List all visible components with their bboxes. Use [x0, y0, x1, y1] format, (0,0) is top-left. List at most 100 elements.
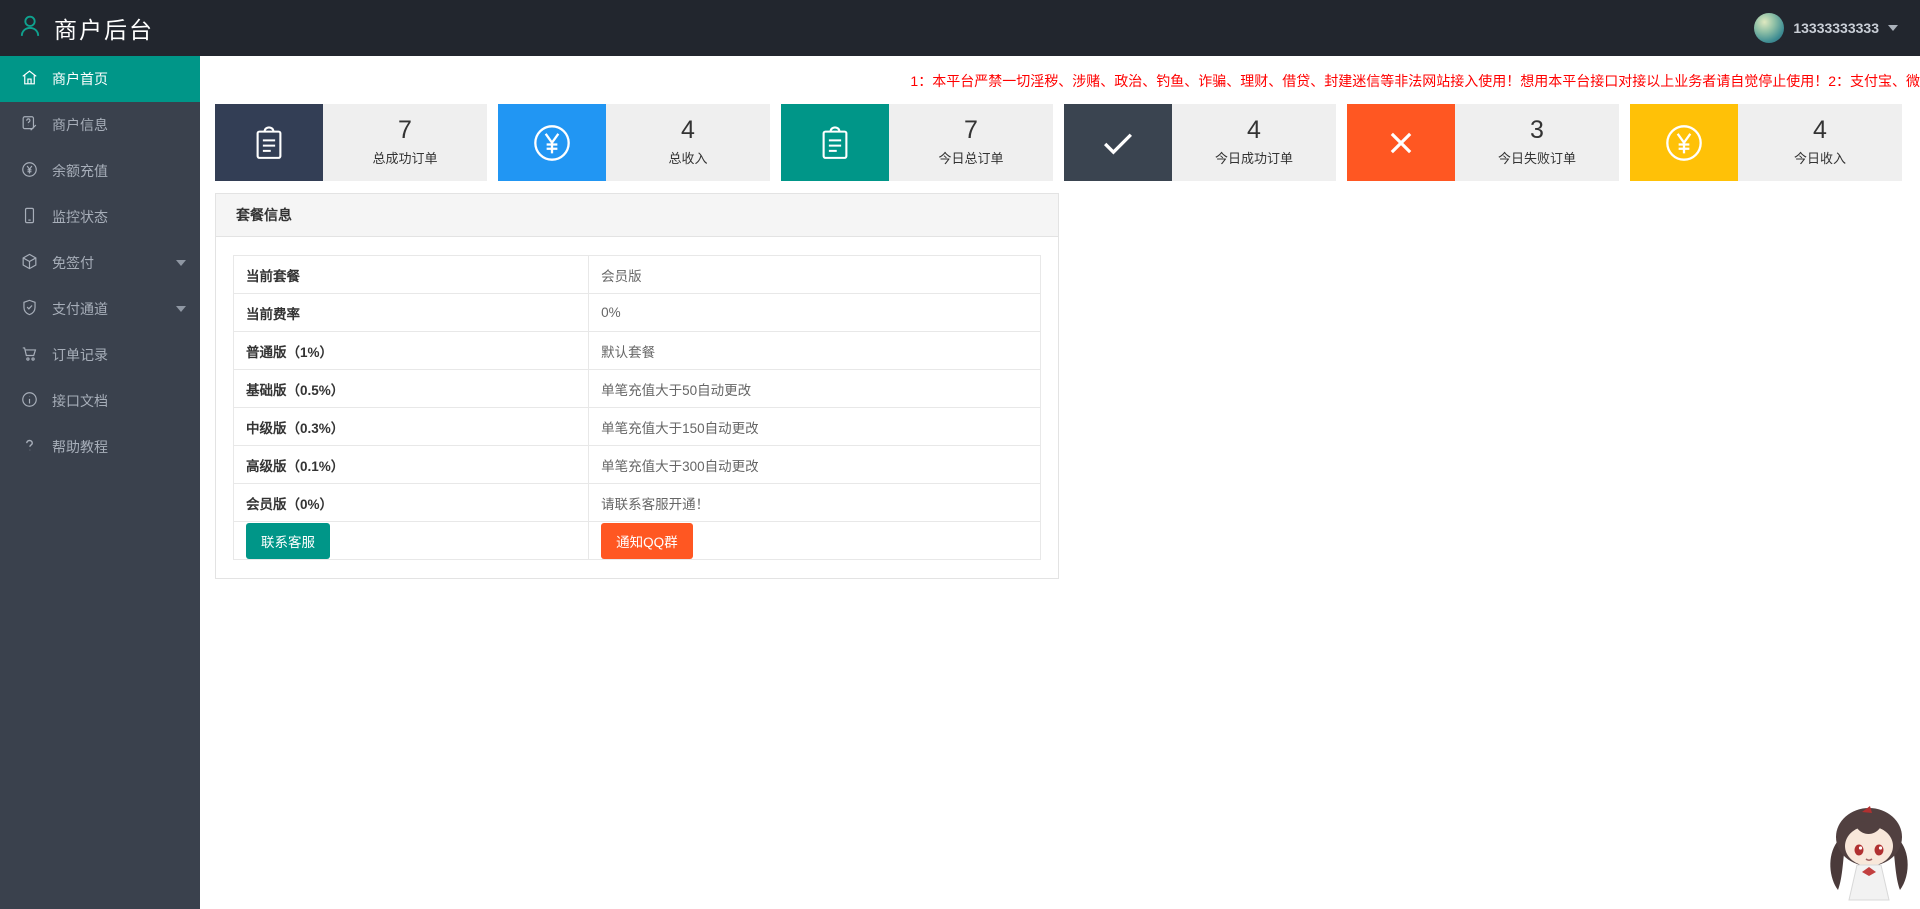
notify-qq-group-button[interactable]: 通知QQ群	[601, 522, 693, 559]
stat-card-today-failed-orders: 3 今日失败订单	[1347, 104, 1619, 181]
sidebar-item-monitor[interactable]: 监控状态	[0, 194, 200, 240]
stat-label: 今日成功订单	[1214, 151, 1293, 166]
table-row: 会员版（0%） 请联系客服开通！	[232, 483, 1041, 522]
row-label: 中级版（0.3%）	[232, 407, 590, 446]
row-label: 当前费率	[232, 293, 590, 332]
table-row: 基础版（0.5%） 单笔充值大于50自动更改	[232, 369, 1041, 408]
stat-card-info: 4 总收入	[606, 104, 770, 181]
sidebar: 商户首页 商户信息 余额充值 监控状态 免签付 支付通道 订单记录 接口文档 帮…	[0, 56, 200, 909]
yen-icon	[1630, 104, 1738, 181]
stat-value: 4	[681, 116, 695, 144]
table-row: 普通版（1%） 默认套餐	[232, 331, 1041, 370]
sidebar-item-help[interactable]: 帮助教程	[0, 424, 200, 470]
sidebar-item-home[interactable]: 商户首页	[0, 56, 200, 102]
sidebar-item-label: 监控状态	[52, 209, 108, 225]
chevron-down-icon	[176, 260, 186, 266]
sidebar-item-label: 商户首页	[52, 71, 108, 87]
notice-marquee: 1：本平台严禁一切淫秽、涉赌、政治、钓鱼、诈骗、理财、借贷、封建迷信等非法网站接…	[910, 73, 1920, 89]
monitor-icon	[20, 206, 39, 228]
merchant-info-icon	[20, 114, 39, 136]
stat-card-today-orders: 7 今日总订单	[781, 104, 1053, 181]
cube-icon	[20, 252, 39, 274]
sidebar-item-pay-channel[interactable]: 支付通道	[0, 286, 200, 332]
table-row-buttons: 联系客服 通知QQ群	[232, 521, 1041, 560]
chevron-down-icon	[176, 306, 186, 312]
sidebar-item-label: 接口文档	[52, 393, 108, 409]
panel-body: 当前套餐 会员版 当前费率 0% 普通版（1%） 默认套餐 基础版（0.5%） …	[216, 237, 1058, 578]
sidebar-item-api-docs[interactable]: 接口文档	[0, 378, 200, 424]
stat-value: 7	[964, 116, 978, 144]
row-label: 当前套餐	[232, 255, 590, 294]
sidebar-item-orders[interactable]: 订单记录	[0, 332, 200, 378]
package-info-panel: 套餐信息 当前套餐 会员版 当前费率 0% 普通版（1%） 默认套餐 基础版（0…	[215, 193, 1059, 579]
row-value: 请联系客服开通！	[588, 483, 1041, 522]
stat-card-info: 7 总成功订单	[323, 104, 487, 181]
chevron-down-icon	[1888, 25, 1898, 31]
info-icon	[20, 390, 39, 412]
sidebar-item-merchant-info[interactable]: 商户信息	[0, 102, 200, 148]
sidebar-item-label: 免签付	[52, 255, 94, 271]
table-row: 中级版（0.3%） 单笔充值大于150自动更改	[232, 407, 1041, 446]
stat-label: 总成功订单	[372, 151, 438, 166]
stat-card-info: 4 今日成功订单	[1172, 104, 1336, 181]
main-content: 1：本平台严禁一切淫秽、涉赌、政治、钓鱼、诈骗、理财、借贷、封建迷信等非法网站接…	[200, 56, 1920, 909]
row-value: 0%	[588, 293, 1041, 332]
check-icon	[1064, 104, 1172, 181]
package-table: 当前套餐 会员版 当前费率 0% 普通版（1%） 默认套餐 基础版（0.5%） …	[232, 255, 1041, 560]
stat-card-total-success-orders: 7 总成功订单	[215, 104, 487, 181]
stat-card-today-income: 4 今日收入	[1630, 104, 1902, 181]
stat-cards: 7 总成功订单 4 总收入 7 今日总订单 4 今日成功订单 3 今日失败订单 …	[215, 104, 1920, 181]
row-value: 单笔充值大于50自动更改	[588, 369, 1041, 408]
stat-value: 7	[398, 116, 412, 144]
row-label: 会员版（0%）	[232, 483, 590, 522]
stat-card-today-success-orders: 4 今日成功订单	[1064, 104, 1336, 181]
panel-title: 套餐信息	[216, 194, 1058, 237]
sidebar-item-label: 帮助教程	[52, 439, 108, 455]
sidebar-item-label: 订单记录	[52, 347, 108, 363]
table-row: 当前套餐 会员版	[232, 255, 1041, 294]
user-menu[interactable]: 13333333333	[1754, 13, 1898, 43]
stat-label: 今日失败订单	[1497, 151, 1576, 166]
mascot-image	[1822, 802, 1916, 909]
stat-value: 4	[1247, 116, 1261, 144]
clipboard-icon	[215, 104, 323, 181]
row-label: 基础版（0.5%）	[232, 369, 590, 408]
stat-card-total-income: 4 总收入	[498, 104, 770, 181]
brand: 商户后台	[16, 11, 154, 45]
row-value: 会员版	[588, 255, 1041, 294]
shield-icon	[20, 298, 39, 320]
person-icon	[16, 12, 44, 45]
row-value: 单笔充值大于150自动更改	[588, 407, 1041, 446]
home-icon	[20, 68, 39, 90]
stat-label: 今日收入	[1793, 151, 1846, 166]
recharge-yen-icon	[20, 160, 39, 182]
clipboard-icon	[781, 104, 889, 181]
top-navbar: 商户后台 13333333333	[0, 0, 1920, 56]
sidebar-item-label: 支付通道	[52, 301, 108, 317]
stat-value: 4	[1813, 116, 1827, 144]
row-value: 默认套餐	[588, 331, 1041, 370]
stat-label: 总收入	[668, 151, 708, 166]
stat-card-info: 4 今日收入	[1738, 104, 1902, 181]
yen-icon	[498, 104, 606, 181]
table-row: 高级版（0.1%） 单笔充值大于300自动更改	[232, 445, 1041, 484]
close-icon	[1347, 104, 1455, 181]
cart-icon	[20, 344, 39, 366]
sidebar-item-recharge[interactable]: 余额充值	[0, 148, 200, 194]
stat-card-info: 7 今日总订单	[889, 104, 1053, 181]
row-label: 高级版（0.1%）	[232, 445, 590, 484]
sidebar-item-label: 余额充值	[52, 163, 108, 179]
row-value: 单笔充值大于300自动更改	[588, 445, 1041, 484]
avatar[interactable]	[1754, 13, 1785, 43]
stat-value: 3	[1530, 116, 1544, 144]
row-label: 普通版（1%）	[232, 331, 590, 370]
contact-support-button[interactable]: 联系客服	[246, 522, 330, 559]
username[interactable]: 13333333333	[1793, 20, 1879, 36]
stat-card-info: 3 今日失败订单	[1455, 104, 1619, 181]
question-icon	[20, 436, 39, 458]
sidebar-item-nosign-pay[interactable]: 免签付	[0, 240, 200, 286]
table-row: 当前费率 0%	[232, 293, 1041, 332]
page-title: 商户后台	[54, 17, 154, 43]
stat-label: 今日总订单	[938, 151, 1004, 166]
sidebar-item-label: 商户信息	[52, 117, 108, 133]
